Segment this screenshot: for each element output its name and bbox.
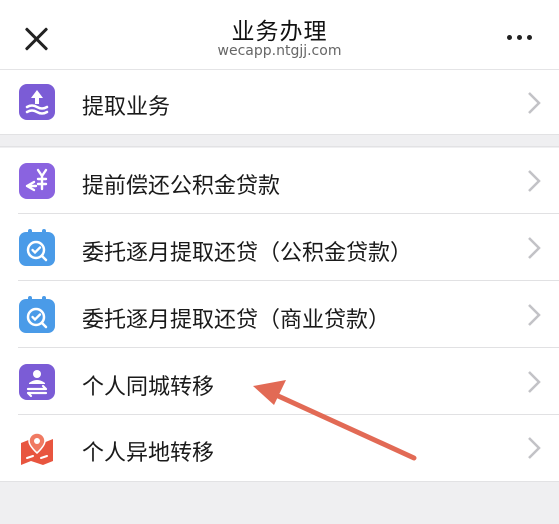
chevron-right-icon <box>528 437 541 459</box>
list-item-label: 个人同城转移 <box>82 375 215 400</box>
list-item-prepay-loan[interactable]: 提前偿还公积金贷款 <box>0 148 559 214</box>
location-transfer-icon <box>21 432 53 465</box>
list-item-label: 个人异地转移 <box>82 441 215 466</box>
section-gap <box>0 135 559 147</box>
withdraw-icon <box>19 84 55 120</box>
page-domain: wecapp.ntgjj.com <box>217 43 342 59</box>
chevron-right-icon <box>528 237 541 259</box>
list-item-label: 委托逐月提取还贷（商业贷款） <box>82 308 391 333</box>
calendar-check-icon <box>19 296 55 333</box>
list-item-label: 提前偿还公积金贷款 <box>82 174 281 199</box>
list-item-monthly-repay-commercial[interactable]: 委托逐月提取还贷（商业贷款） <box>0 281 559 348</box>
page-title: 业务办理 <box>231 19 328 45</box>
more-dots-icon[interactable] <box>505 34 535 44</box>
list-item-remote-transfer[interactable]: 个人异地转移 <box>0 415 559 481</box>
list-item-local-transfer[interactable]: 个人同城转移 <box>0 348 559 415</box>
person-transfer-icon <box>19 364 55 400</box>
list-item-withdraw[interactable]: 提取业务 <box>0 70 559 135</box>
list-item-monthly-repay-provident[interactable]: 委托逐月提取还贷（公积金贷款） <box>0 214 559 281</box>
chevron-right-icon <box>528 371 541 393</box>
page-background <box>0 481 559 524</box>
list-item-label: 委托逐月提取还贷（公积金贷款） <box>82 241 413 266</box>
navigation-bar: 业务办理 wecapp.ntgjj.com <box>0 0 559 70</box>
yuan-return-icon <box>19 163 55 199</box>
chevron-right-icon <box>528 92 541 114</box>
list-item-label: 提取业务 <box>82 95 171 120</box>
calendar-check-icon <box>19 229 55 266</box>
chevron-right-icon <box>528 304 541 326</box>
chevron-right-icon <box>528 170 541 192</box>
